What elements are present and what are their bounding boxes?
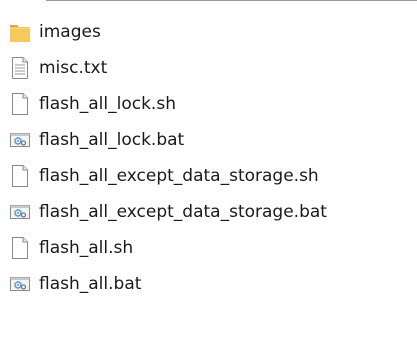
file-name: flash_all.sh (39, 238, 134, 258)
blank-file-icon (8, 163, 32, 189)
file-item-flash-all-bat[interactable]: flash_all.bat (8, 266, 408, 302)
file-name: flash_all_lock.sh (39, 94, 176, 114)
file-list: images misc.txt flash_all_lock.sh flash_… (8, 14, 408, 302)
file-name: misc.txt (39, 58, 108, 78)
text-file-icon (8, 55, 32, 81)
file-item-images[interactable]: images (8, 14, 408, 50)
folder-icon (8, 19, 32, 45)
file-name: images (39, 22, 101, 42)
file-name: flash_all_lock.bat (39, 130, 185, 150)
blank-file-icon (8, 91, 32, 117)
file-name: flash_all.bat (39, 274, 142, 294)
batch-file-icon (8, 127, 32, 153)
batch-file-icon (8, 271, 32, 297)
file-item-misc-txt[interactable]: misc.txt (8, 50, 408, 86)
file-name: flash_all_except_data_storage.bat (39, 202, 327, 222)
pane-top-border (46, 0, 417, 1)
file-item-flash-all-except-data-storage-bat[interactable]: flash_all_except_data_storage.bat (8, 194, 408, 230)
batch-file-icon (8, 199, 32, 225)
file-item-flash-all-except-data-storage-sh[interactable]: flash_all_except_data_storage.sh (8, 158, 408, 194)
file-name: flash_all_except_data_storage.sh (39, 166, 319, 186)
blank-file-icon (8, 235, 32, 261)
file-item-flash-all-lock-sh[interactable]: flash_all_lock.sh (8, 86, 408, 122)
file-item-flash-all-sh[interactable]: flash_all.sh (8, 230, 408, 266)
file-item-flash-all-lock-bat[interactable]: flash_all_lock.bat (8, 122, 408, 158)
